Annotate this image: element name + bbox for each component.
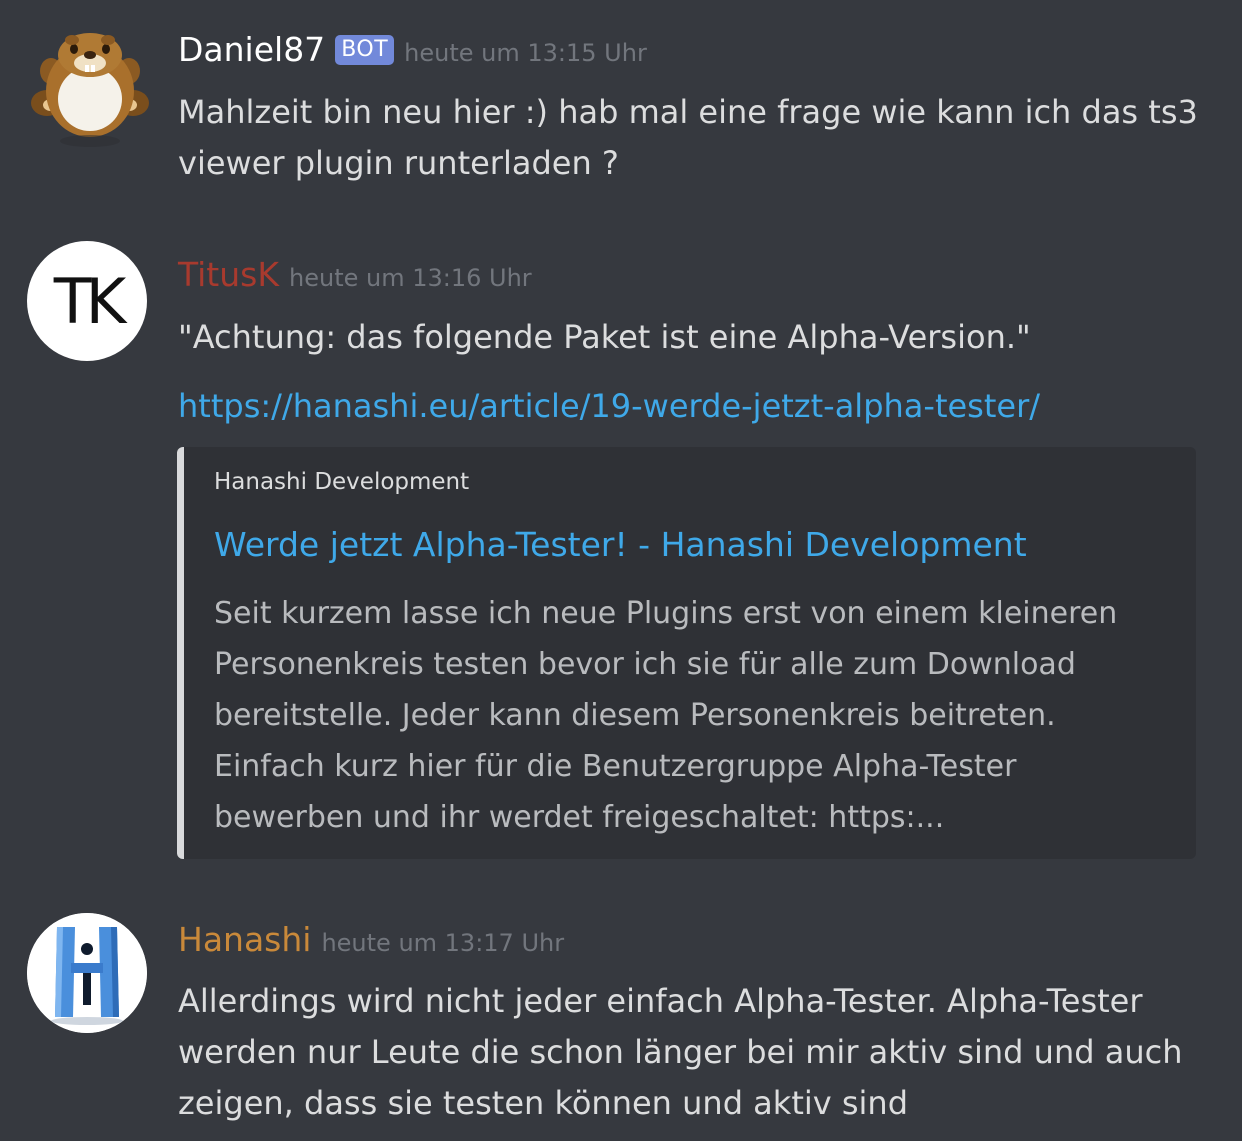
message-text: Allerdings wird nicht jeder einfach Alph… [178, 982, 1183, 1122]
chat-message-list: Daniel87 BOT heute um 13:15 Uhr Mahlzeit… [0, 0, 1242, 1141]
avatar[interactable] [27, 913, 147, 1033]
message-header: Hanashi heute um 13:17 Uhr [178, 918, 564, 962]
hanashi-logo-icon [27, 913, 147, 1033]
timestamp[interactable]: heute um 13:17 Uhr [321, 929, 564, 957]
username[interactable]: Hanashi [178, 918, 311, 962]
message-hanashi: Hanashi heute um 13:17 Uhr Allerdings wi… [0, 0, 1242, 1141]
